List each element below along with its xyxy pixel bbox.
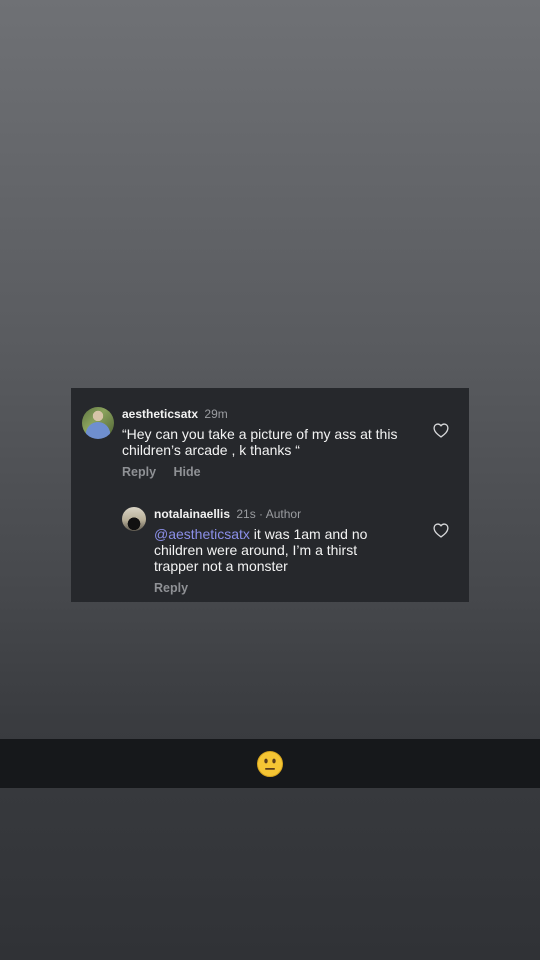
reply-actions: Reply: [154, 581, 202, 595]
emoji-bar: [0, 739, 540, 788]
comment-actions: Reply Hide: [122, 465, 215, 479]
reply-button[interactable]: Reply: [122, 465, 156, 479]
comment-time: 29m: [204, 407, 228, 421]
heart-icon[interactable]: [432, 522, 450, 538]
reply-avatar[interactable]: [122, 507, 146, 531]
reply-meta: notalainaellis 21s · Author: [154, 507, 301, 521]
comment-card: aestheticsatx 29m “Hey can you take a pi…: [71, 388, 469, 602]
hide-button[interactable]: Hide: [174, 465, 201, 479]
reply-text: @aestheticsatx it was 1am and no childre…: [154, 526, 389, 574]
commenter-avatar[interactable]: [82, 407, 114, 439]
comment-meta: aestheticsatx 29m: [122, 407, 228, 421]
heart-icon[interactable]: [432, 422, 450, 438]
comment-text: “Hey can you take a picture of my ass at…: [122, 426, 398, 458]
reply-to-reply-button[interactable]: Reply: [154, 581, 188, 595]
neutral-face-emoji-icon[interactable]: [257, 751, 283, 777]
reply-mention-link[interactable]: @aestheticsatx: [154, 526, 250, 542]
comment-username[interactable]: aestheticsatx: [122, 407, 198, 421]
reply-time-author: 21s · Author: [236, 507, 302, 521]
reply-username[interactable]: notalainaellis: [154, 507, 230, 521]
